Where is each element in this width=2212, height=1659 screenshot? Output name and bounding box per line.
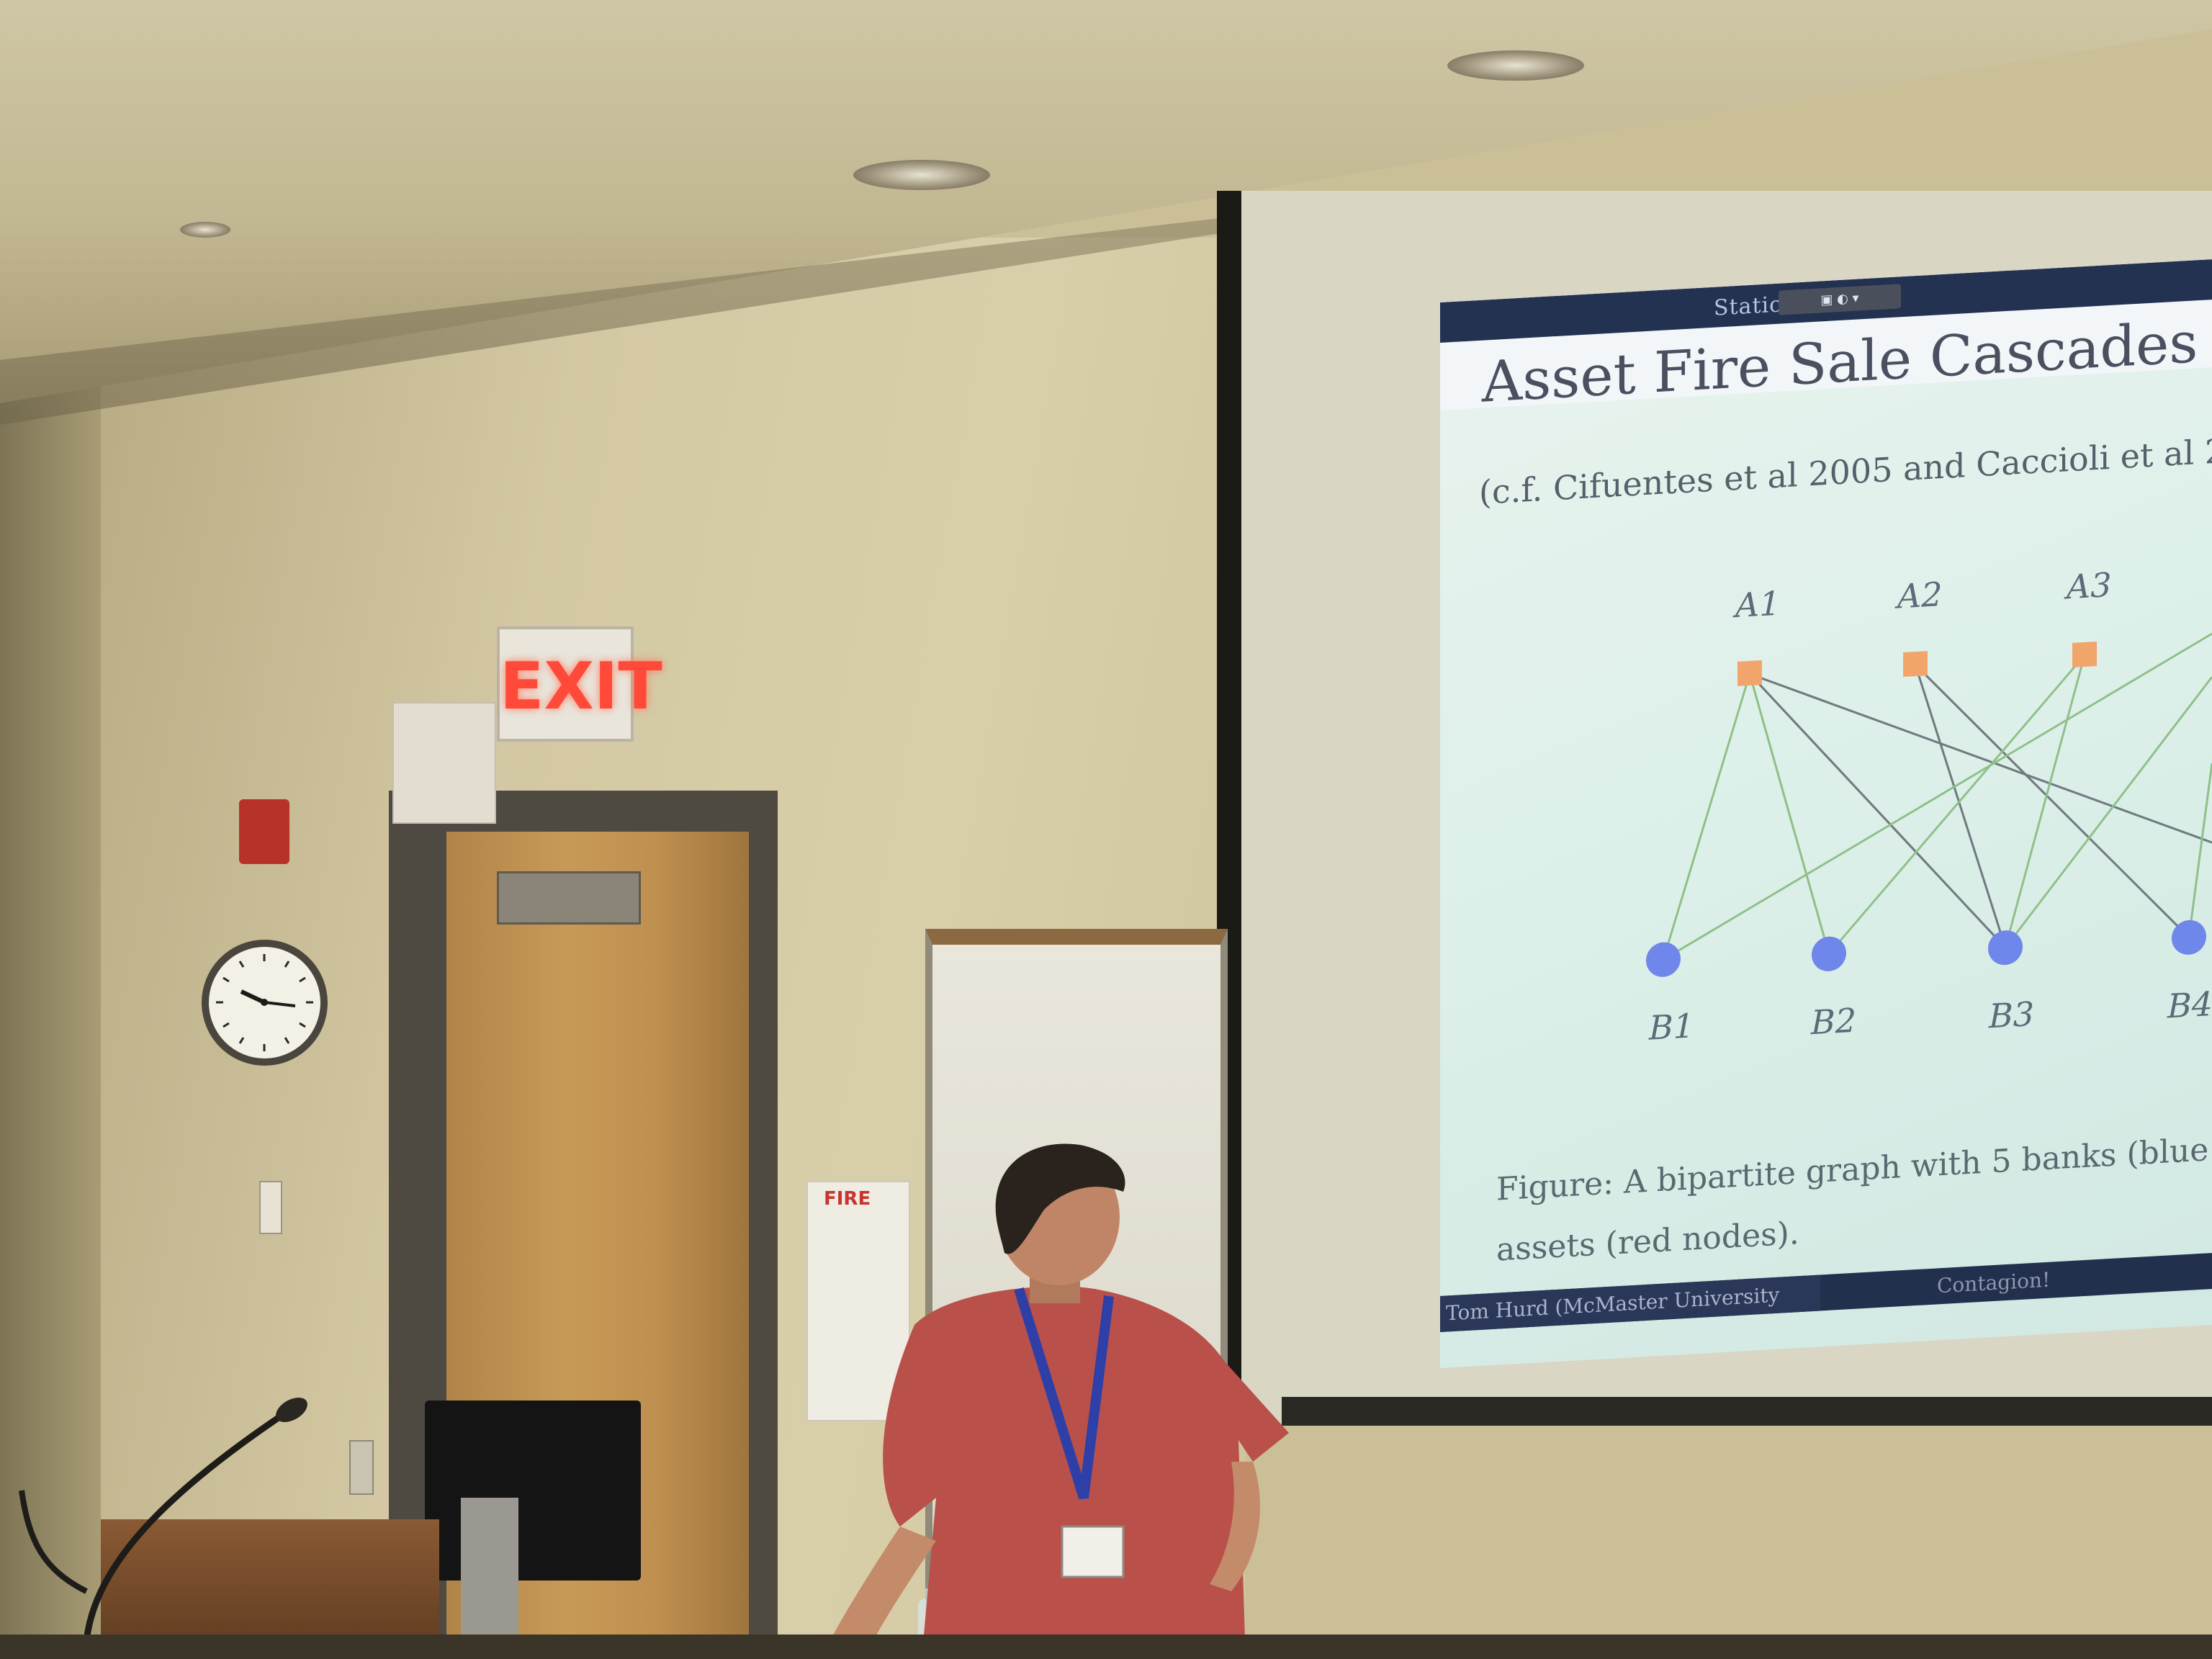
desk-edge bbox=[0, 1635, 2212, 1659]
wall-outlet bbox=[349, 1440, 374, 1495]
presenter bbox=[821, 1143, 1289, 1659]
asset-label: A2 bbox=[1894, 575, 1942, 616]
bank-label: B4 bbox=[2167, 984, 2212, 1026]
asset-label: A1 bbox=[1732, 584, 1780, 626]
ceiling-light bbox=[180, 222, 230, 238]
bank-label: B3 bbox=[1988, 994, 2034, 1036]
clock-face bbox=[216, 954, 313, 1051]
light-switch bbox=[259, 1181, 282, 1234]
footer-talk-title: Contagion! bbox=[1937, 1267, 2051, 1298]
ceiling-light bbox=[1447, 50, 1584, 81]
graph-edge bbox=[1748, 673, 1830, 955]
bank-label: B1 bbox=[1648, 1006, 1694, 1048]
name-badge bbox=[1061, 1525, 1125, 1578]
door-closer bbox=[497, 871, 641, 925]
minute-hand bbox=[264, 1001, 296, 1007]
bank-node bbox=[1646, 942, 1681, 977]
hour-hand bbox=[240, 989, 266, 1004]
projected-slide: Static lodels ▣ ◐ ▾ Asset Fire Sale Casc… bbox=[1440, 259, 2212, 1368]
bank-label: B2 bbox=[1810, 1001, 1856, 1043]
bank-node bbox=[1812, 936, 1846, 971]
graph-edge bbox=[2188, 763, 2212, 938]
wall-clock bbox=[202, 940, 328, 1066]
asset-node bbox=[2072, 642, 2097, 667]
graph-edge bbox=[1914, 664, 2007, 948]
computer-monitor bbox=[425, 1401, 641, 1581]
graph-edge bbox=[1827, 655, 2086, 955]
graph-edge bbox=[1749, 673, 2212, 844]
graph-edge bbox=[2004, 655, 2086, 948]
exit-sign: EXIT bbox=[497, 626, 662, 742]
asset-node bbox=[1903, 651, 1928, 678]
asset-label: A3 bbox=[2064, 565, 2111, 607]
ceiling-light bbox=[853, 160, 990, 190]
fire-alarm-pull-station bbox=[239, 799, 289, 864]
screen-bottom-edge bbox=[1282, 1397, 2212, 1426]
asset-node bbox=[1737, 660, 1762, 686]
wall-notice bbox=[392, 702, 496, 824]
graph-edge bbox=[2004, 676, 2212, 948]
microphone bbox=[19, 1397, 307, 1642]
graph-edge bbox=[1914, 664, 2190, 938]
